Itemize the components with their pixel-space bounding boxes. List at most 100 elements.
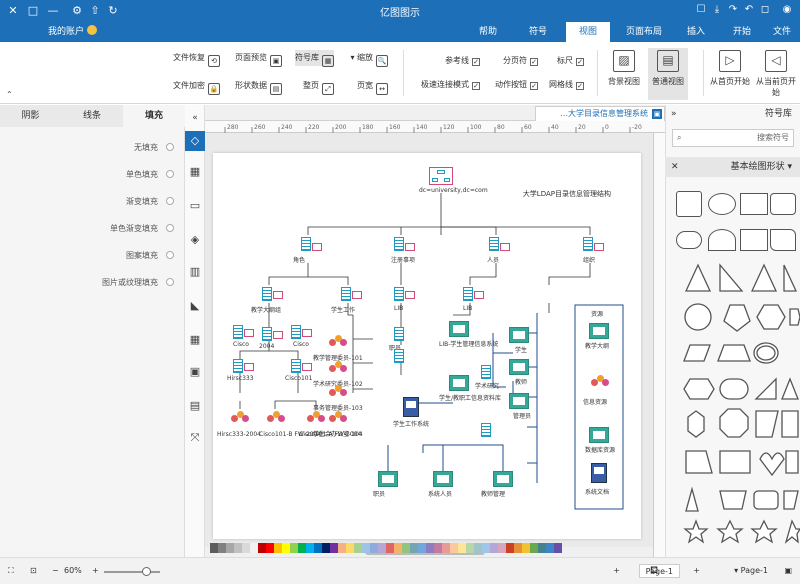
database-icon[interactable] bbox=[394, 237, 404, 251]
action-button-checkbox[interactable]: ✓动作按钮 bbox=[495, 78, 538, 91]
fill-option-single-gradient[interactable]: 单色渐变填充 bbox=[110, 222, 174, 236]
database-icon[interactable] bbox=[262, 287, 272, 301]
color-swatch[interactable] bbox=[498, 543, 506, 553]
minimize-icon[interactable]: — bbox=[44, 2, 62, 20]
color-swatch[interactable] bbox=[538, 543, 546, 553]
color-swatch[interactable] bbox=[474, 543, 482, 553]
background-view-button[interactable]: ▨ 背景视图 bbox=[604, 48, 644, 100]
color-swatch[interactable] bbox=[226, 543, 234, 553]
fit-icon[interactable]: ⤧ bbox=[188, 431, 202, 445]
color-swatch[interactable] bbox=[546, 543, 554, 553]
tab-symbol[interactable]: 符号 bbox=[516, 22, 560, 42]
database-icon[interactable] bbox=[481, 423, 491, 437]
document-poster-icon[interactable] bbox=[403, 397, 419, 417]
color-swatch[interactable] bbox=[378, 543, 386, 553]
format-icon[interactable]: ▤ bbox=[188, 399, 202, 413]
database-icon[interactable] bbox=[481, 365, 491, 379]
page-tab[interactable]: Page-1 bbox=[638, 564, 680, 578]
color-swatch[interactable] bbox=[330, 543, 338, 553]
computer-icon[interactable] bbox=[589, 323, 609, 339]
user-workstation-icon[interactable] bbox=[509, 327, 529, 343]
zoom-slider-thumb[interactable] bbox=[142, 567, 151, 576]
print-icon[interactable]: ☐ bbox=[694, 3, 708, 17]
color-swatch[interactable] bbox=[218, 543, 226, 553]
color-swatch[interactable] bbox=[354, 543, 362, 553]
color-swatch[interactable] bbox=[530, 543, 538, 553]
ellipse-shape[interactable] bbox=[708, 193, 736, 215]
color-palette[interactable] bbox=[210, 543, 562, 553]
symbol-search-input[interactable]: 搜索符号 ⌕ bbox=[672, 129, 794, 147]
document-icon[interactable]: ▣ bbox=[188, 365, 202, 379]
rounded-square-shape[interactable] bbox=[676, 191, 702, 217]
computer-icon[interactable] bbox=[493, 471, 513, 487]
database-icon[interactable] bbox=[463, 287, 473, 301]
color-swatch[interactable] bbox=[338, 543, 346, 553]
add-page-plus-icon[interactable]: + bbox=[613, 564, 620, 578]
people-group-icon[interactable] bbox=[231, 411, 249, 427]
color-swatch[interactable] bbox=[458, 543, 466, 553]
fill-bucket-icon[interactable]: ⛾ bbox=[650, 564, 658, 578]
people-group-icon[interactable] bbox=[591, 375, 609, 391]
people-group-icon[interactable] bbox=[329, 411, 347, 427]
color-swatch[interactable] bbox=[482, 543, 490, 553]
horizontal-ruler[interactable]: 280 260 240 220 200 180 160 140 120 100 80 60 40 20 0-… bbox=[205, 121, 665, 133]
user-workstation-icon[interactable] bbox=[509, 393, 529, 409]
basic-shapes-library[interactable]: ▾ 基本绘图形状 ✕ bbox=[665, 157, 800, 177]
grid-icon[interactable]: ▦ bbox=[188, 165, 202, 179]
database-icon[interactable] bbox=[233, 359, 243, 373]
color-swatch[interactable] bbox=[386, 543, 394, 553]
zoom-out-icon[interactable]: − bbox=[52, 564, 59, 578]
shape-data-button[interactable]: ▤形状数据 bbox=[235, 78, 282, 95]
share-icon[interactable]: ⇧ bbox=[86, 2, 104, 20]
add-page-icon[interactable]: + bbox=[693, 564, 700, 578]
color-swatch[interactable] bbox=[418, 543, 426, 553]
vertical-ruler[interactable] bbox=[653, 133, 665, 557]
computer-icon[interactable] bbox=[378, 471, 398, 487]
tab-home[interactable]: 开始 bbox=[724, 22, 760, 42]
color-swatch[interactable] bbox=[426, 543, 434, 553]
normal-view-button[interactable]: ▤ 普通视图 bbox=[648, 48, 688, 100]
database-icon[interactable] bbox=[262, 327, 272, 341]
computer-icon[interactable] bbox=[449, 375, 469, 391]
gridlines-checkbox[interactable]: ✓网格线 bbox=[549, 78, 584, 91]
database-icon[interactable] bbox=[489, 237, 499, 251]
page-break-checkbox[interactable]: ✓分页符 bbox=[503, 54, 538, 67]
document-tab[interactable]: ▣ 大学目录信息管理系统... bbox=[535, 106, 665, 121]
color-swatch[interactable] bbox=[282, 543, 290, 553]
chart-icon[interactable]: ◣ bbox=[188, 299, 202, 313]
color-swatch[interactable] bbox=[274, 543, 282, 553]
tab-page-layout[interactable]: 页面布局 bbox=[614, 22, 674, 42]
color-swatch[interactable] bbox=[402, 543, 410, 553]
color-swatch[interactable] bbox=[522, 543, 530, 553]
whole-page-button[interactable]: ⤢整页 bbox=[303, 78, 334, 95]
fit-window-icon[interactable]: ⊡ bbox=[30, 564, 37, 578]
collapse-panel-icon[interactable]: » bbox=[188, 111, 202, 125]
tab-shadow[interactable]: 阴影 bbox=[0, 105, 61, 127]
page-navigator-icon[interactable]: ▣ bbox=[784, 564, 792, 578]
zoom-slider[interactable] bbox=[104, 567, 160, 576]
database-icon[interactable] bbox=[583, 237, 593, 251]
color-swatch[interactable] bbox=[210, 543, 218, 553]
people-group-icon[interactable] bbox=[329, 335, 347, 351]
guides-checkbox[interactable]: ✓参考线 bbox=[445, 54, 480, 67]
page-icon[interactable]: ▥ bbox=[188, 265, 202, 279]
settings-icon[interactable]: ⚙ bbox=[68, 2, 86, 20]
save-icon[interactable]: ⤓ bbox=[710, 3, 724, 17]
database-icon[interactable] bbox=[341, 287, 351, 301]
ruler-checkbox[interactable]: ✓标尺 bbox=[557, 54, 584, 67]
fill-option-gradient[interactable]: 渐变填充 bbox=[126, 195, 174, 209]
new-icon[interactable]: ◻ bbox=[758, 3, 772, 17]
color-swatch[interactable] bbox=[442, 543, 450, 553]
undo-icon[interactable]: ↶ bbox=[742, 3, 756, 17]
color-swatch[interactable] bbox=[306, 543, 314, 553]
computer-icon[interactable] bbox=[589, 427, 609, 443]
page-preview-button[interactable]: ▣页面预览 bbox=[235, 50, 282, 67]
tab-file[interactable]: 文件 bbox=[764, 22, 800, 42]
table-icon[interactable]: ▦ bbox=[188, 333, 202, 347]
color-swatch[interactable] bbox=[242, 543, 250, 553]
page-width-button[interactable]: ↔页宽 bbox=[357, 78, 388, 95]
database-icon[interactable] bbox=[394, 287, 404, 301]
color-swatch[interactable] bbox=[434, 543, 442, 553]
zoom-button[interactable]: 🔍缩放 ▾ bbox=[350, 50, 388, 67]
symbol-library-button[interactable]: ▦符号库 bbox=[295, 50, 334, 67]
